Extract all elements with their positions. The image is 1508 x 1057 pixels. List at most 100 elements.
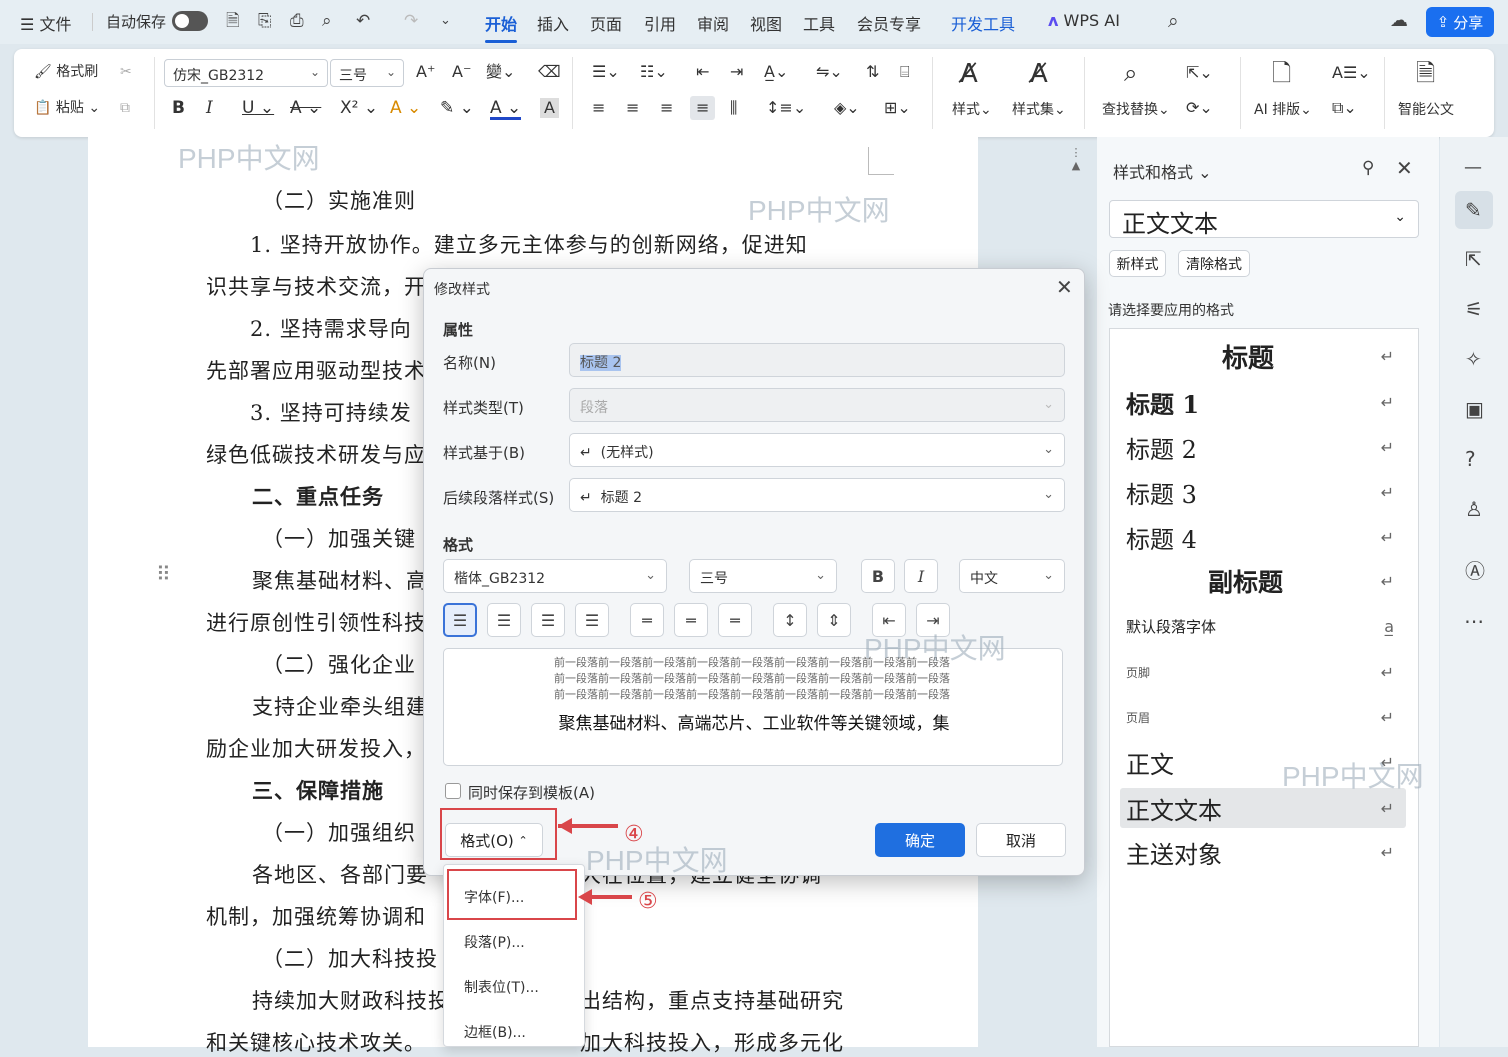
select-icon[interactable]: ⇱⌄ (1186, 65, 1213, 81)
find-replace-icon[interactable]: ⌕ (1124, 61, 1137, 85)
tab-tools[interactable]: 工具 (803, 11, 835, 35)
text-direction-icon[interactable]: ⇋⌄ (816, 64, 843, 80)
show-marks-icon[interactable]: ⌸ (900, 64, 910, 80)
scrollbar[interactable]: ⋮ ▲ (1068, 146, 1084, 186)
align-right-icon[interactable]: ≡ (660, 100, 673, 116)
style-item-subtitle[interactable]: 副标题 ↵ (1120, 561, 1406, 601)
font-color-icon[interactable]: A ⌄ (490, 100, 522, 120)
font-select[interactable]: 楷体_GB2312 ⌄ (443, 559, 667, 593)
style-item-heading2[interactable]: 标题 2 ↵ (1120, 427, 1406, 467)
tab-page[interactable]: 页面 (590, 11, 622, 35)
style-item-header[interactable]: 页眉 ↵ (1120, 697, 1406, 737)
quick-access-chevron-icon[interactable]: ⌄ (440, 14, 451, 27)
bullet-list-icon[interactable]: ☰⌄ (592, 64, 620, 80)
size-select[interactable]: 三号 ⌄ (689, 559, 837, 593)
based-on-select[interactable]: ↵ (无样式) ⌄ (569, 433, 1065, 467)
strikethrough-icon[interactable]: A ⌄ (290, 100, 321, 117)
share-button[interactable]: ⇪ 分享 (1426, 7, 1494, 37)
distribute-icon[interactable]: ⫼ (730, 100, 737, 116)
replace-icon[interactable]: ⟳⌄ (1186, 100, 1213, 116)
menu-item-paragraph[interactable]: 段落(P)... (464, 932, 525, 952)
grow-font-icon[interactable]: A⁺ (416, 64, 435, 80)
tab-insert[interactable]: 插入 (537, 11, 569, 35)
cancel-button[interactable]: 取消 (976, 823, 1066, 857)
search-icon[interactable]: ⌕ (1168, 12, 1179, 31)
format-painter-button[interactable]: 🖌 格式刷 (34, 65, 98, 79)
file-menu[interactable]: ☰ 文件 (20, 11, 71, 35)
select-cursor-icon[interactable]: ⇱ (1465, 249, 1482, 269)
style-set-button[interactable]: 样式集⌄ (1012, 103, 1066, 117)
clear-format-button[interactable]: 清除格式 (1178, 250, 1250, 277)
smart-doc-icon[interactable]: 🗎 (1416, 61, 1435, 85)
styles-icon[interactable]: A̸ (960, 61, 978, 87)
next-style-select[interactable]: ↵ 标题 2 ⌄ (569, 478, 1065, 512)
tab-developer[interactable]: 开发工具 (951, 11, 1015, 35)
text-effect-icon[interactable]: A ⌄ (390, 100, 421, 117)
arrange-icon[interactable]: ⧉⌄ (1332, 100, 1357, 116)
smart-doc-button[interactable]: 智能公文 (1398, 103, 1454, 117)
close-icon[interactable]: ✕ (1056, 277, 1073, 297)
edit-pen-icon[interactable]: ✎ (1465, 200, 1482, 220)
shirt-icon[interactable]: ♙ (1465, 499, 1483, 519)
undo-icon[interactable]: ↶ (356, 13, 370, 30)
justify-button[interactable]: ☰ (575, 603, 609, 637)
print-preview-icon[interactable]: ⌕ (322, 13, 332, 30)
styles-button[interactable]: 样式⌄ (952, 103, 992, 117)
translate-icon[interactable]: Ⓐ (1465, 561, 1485, 581)
underline-button[interactable]: U ⌄ (242, 100, 274, 117)
style-set-icon[interactable]: A̸ (1030, 61, 1048, 87)
style-item-footer[interactable]: 页脚 ↵ (1120, 652, 1406, 692)
highlight-icon[interactable]: ✎ ⌄ (440, 100, 474, 117)
double-spacing-button[interactable]: ═ (718, 603, 752, 637)
numbered-list-icon[interactable]: ☷⌄ (640, 64, 668, 80)
align-center-icon[interactable]: ≡ (626, 100, 639, 116)
phonetic-guide-icon[interactable]: 變⌄ (486, 64, 515, 80)
drag-handle-icon[interactable]: ⠿ (156, 564, 171, 584)
style-item-title[interactable]: 标题 ↵ (1120, 336, 1406, 376)
help-icon[interactable]: ? (1465, 449, 1476, 469)
style-type-select[interactable]: 段落 ⌄ (569, 388, 1065, 422)
cut-icon[interactable]: ✂ (120, 65, 132, 79)
align-center-button[interactable]: ☰ (487, 603, 521, 637)
redo-icon[interactable]: ↷ (404, 13, 418, 30)
name-field[interactable]: 标题 2 (569, 343, 1065, 377)
style-item-recipient[interactable]: 主送对象 ↵ (1120, 832, 1406, 872)
settings-sliders-icon[interactable]: ⚟ (1465, 299, 1483, 319)
tab-home[interactable]: 开始 (485, 11, 518, 43)
shading-icon[interactable]: ◈⌄ (834, 100, 860, 116)
tools-icon[interactable]: ✧ (1465, 349, 1482, 369)
image-icon[interactable]: ▣ (1465, 399, 1484, 419)
one-half-spacing-button[interactable]: ═ (674, 603, 708, 637)
panel-title[interactable]: 样式和格式 ⌄ (1113, 159, 1212, 183)
justify-icon[interactable]: ≡ (690, 96, 716, 120)
menu-item-tabs[interactable]: 制表位(T)... (464, 977, 539, 997)
wps-ai-tab[interactable]: ᴧ WPS AI (1048, 11, 1120, 30)
font-size-select[interactable]: 三号 ⌄ (330, 59, 404, 87)
ai-layout-icon[interactable]: 🗋 (1272, 61, 1291, 85)
print-icon[interactable]: ⎙ (290, 13, 304, 30)
collapse-icon[interactable]: — (1464, 159, 1482, 177)
export-icon[interactable]: ⎘ (258, 13, 272, 30)
tab-member[interactable]: 会员专享 (857, 11, 921, 35)
sort-icon[interactable]: ⇅ (866, 64, 879, 80)
ok-button[interactable]: 确定 (875, 823, 965, 857)
increase-spacing-button[interactable]: ↕ (773, 603, 807, 637)
bold-button[interactable]: B (861, 559, 895, 593)
new-style-button[interactable]: 新样式 (1109, 250, 1166, 277)
tab-references[interactable]: 引用 (644, 11, 676, 35)
save-icon[interactable]: 🗎 (226, 13, 240, 30)
find-replace-button[interactable]: 查找替换⌄ (1102, 103, 1170, 117)
char-shading-icon[interactable]: A (540, 98, 559, 118)
align-right-button[interactable]: ☰ (531, 603, 565, 637)
borders-icon[interactable]: ⊞⌄ (884, 100, 911, 116)
tab-view[interactable]: 视图 (750, 11, 782, 35)
increase-indent-icon[interactable]: ⇥ (730, 64, 743, 80)
shrink-font-icon[interactable]: A⁻ (452, 64, 471, 80)
clear-format-icon[interactable]: ⌫ (538, 64, 561, 80)
italic-button[interactable]: I (904, 559, 938, 593)
chinese-layout-icon[interactable]: A̲⌄ (764, 64, 788, 80)
decrease-spacing-button[interactable]: ⇕ (817, 603, 851, 637)
menu-item-borders[interactable]: 边框(B)... (464, 1022, 526, 1042)
font-name-select[interactable]: 仿宋_GB2312 ⌄ (164, 59, 328, 87)
cloud-upload-icon[interactable]: ☁ (1390, 12, 1408, 30)
